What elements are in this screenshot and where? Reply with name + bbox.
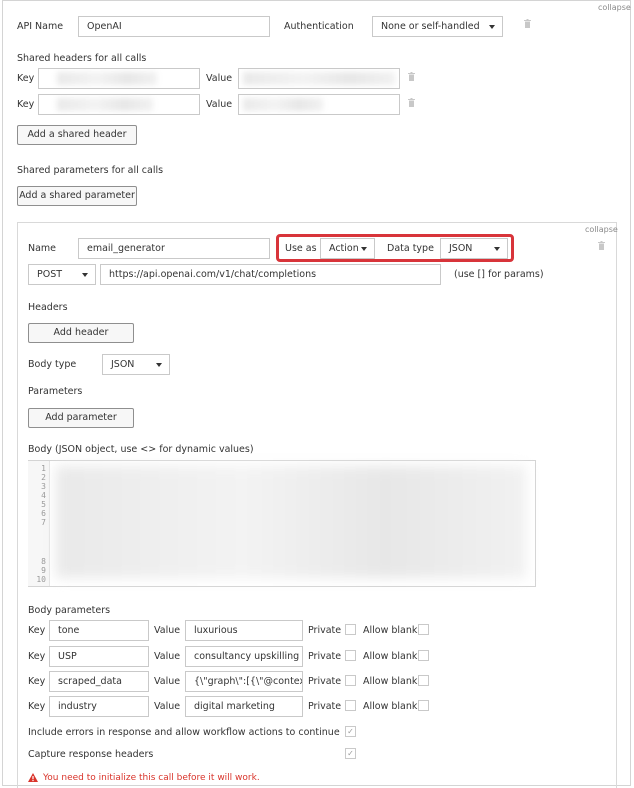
header-key-label: Key <box>17 73 35 84</box>
body-param-key-input[interactable]: tone <box>49 620 149 641</box>
body-param-key-input[interactable]: industry <box>49 696 149 717</box>
body-param-value-label: Value <box>154 625 181 636</box>
header-value-label: Value <box>206 99 233 110</box>
private-label: Private <box>308 701 342 712</box>
highlight-box <box>276 234 514 262</box>
header-value-label: Value <box>206 73 233 84</box>
body-param-value-input[interactable]: consultancy upskilling ma <box>185 646 303 667</box>
private-checkbox[interactable] <box>345 700 356 711</box>
body-type-dropdown[interactable]: JSON <box>102 354 170 375</box>
chevron-down-icon <box>489 25 495 29</box>
body-param-value-label: Value <box>154 676 181 687</box>
add-shared-parameter-button[interactable]: Add a shared parameter <box>17 186 137 206</box>
shared-header-key-input[interactable] <box>38 68 200 89</box>
shared-header-value-input[interactable] <box>238 94 400 115</box>
line-number: 7 <box>41 518 46 527</box>
body-param-key-input[interactable]: USP <box>49 646 149 667</box>
headers-label: Headers <box>28 302 68 313</box>
shared-headers-label: Shared headers for all calls <box>17 53 147 64</box>
trash-icon[interactable] <box>408 98 415 107</box>
private-checkbox[interactable] <box>345 650 356 661</box>
allow-blank-checkbox[interactable] <box>418 700 429 711</box>
collapse-link[interactable]: collapse <box>598 3 631 12</box>
body-param-key-label: Key <box>28 625 46 636</box>
warning-icon <box>28 773 38 782</box>
trash-icon[interactable] <box>524 19 531 28</box>
initialize-error-message: You need to initialize this call before … <box>43 773 260 783</box>
authentication-dropdown[interactable]: None or self-handled <box>372 16 503 37</box>
body-param-value-input[interactable]: digital marketing <box>185 696 303 717</box>
url-hint: (use [] for params) <box>454 269 544 280</box>
add-header-button[interactable]: Add header <box>28 323 134 343</box>
trash-icon[interactable] <box>598 241 605 250</box>
allow-blank-checkbox[interactable] <box>418 624 429 635</box>
line-number: 8 <box>41 557 46 566</box>
body-param-key-label: Key <box>28 651 46 662</box>
private-label: Private <box>308 625 342 636</box>
line-number: 4 <box>41 491 46 500</box>
add-shared-header-button[interactable]: Add a shared header <box>17 125 137 145</box>
api-name-label: API Name <box>17 21 64 32</box>
private-label: Private <box>308 676 342 687</box>
redacted-value <box>57 72 157 85</box>
line-number: 9 <box>41 566 46 575</box>
chevron-down-icon <box>156 363 162 367</box>
http-method-dropdown[interactable]: POST <box>28 264 96 285</box>
include-errors-checkbox[interactable]: ✓ <box>345 726 356 737</box>
line-number: 1 <box>41 464 46 473</box>
shared-header-key-input[interactable] <box>38 94 200 115</box>
authentication-label: Authentication <box>284 21 354 32</box>
private-checkbox[interactable] <box>345 624 356 635</box>
allow-blank-checkbox[interactable] <box>418 650 429 661</box>
url-input[interactable]: https://api.openai.com/v1/chat/completio… <box>100 264 441 285</box>
line-number: 3 <box>41 482 46 491</box>
body-param-value-label: Value <box>154 651 181 662</box>
body-param-key-input[interactable]: scraped_data <box>49 671 149 692</box>
line-number: 10 <box>36 575 46 584</box>
header-key-label: Key <box>17 99 35 110</box>
authentication-value: None or self-handled <box>381 21 480 32</box>
redacted-value <box>243 98 323 111</box>
http-method-value: POST <box>37 269 63 280</box>
capture-headers-checkbox[interactable]: ✓ <box>345 748 356 759</box>
body-param-value-input[interactable]: {\"graph\":[{\"@context\":\ <box>185 671 303 692</box>
body-param-value-label: Value <box>154 701 181 712</box>
redacted-body <box>56 466 526 578</box>
line-number: 5 <box>41 500 46 509</box>
call-name-label: Name <box>28 243 57 254</box>
body-type-value: JSON <box>111 359 135 370</box>
body-parameters-label: Body parameters <box>28 605 111 616</box>
body-type-label: Body type <box>28 359 77 370</box>
allow-blank-label: Allow blank <box>363 701 418 712</box>
allow-blank-checkbox[interactable] <box>418 675 429 686</box>
body-param-key-label: Key <box>28 701 46 712</box>
api-name-input[interactable]: OpenAI <box>78 16 270 37</box>
parameters-label: Parameters <box>28 386 83 397</box>
capture-headers-label: Capture response headers <box>28 749 154 760</box>
allow-blank-label: Allow blank <box>363 625 418 636</box>
shared-parameters-label: Shared parameters for all calls <box>17 165 164 176</box>
call-collapse-link[interactable]: collapse <box>585 225 618 234</box>
redacted-value <box>243 72 395 85</box>
shared-header-value-input[interactable] <box>238 68 400 89</box>
private-checkbox[interactable] <box>345 675 356 686</box>
body-label: Body (JSON object, use <> for dynamic va… <box>28 444 254 455</box>
chevron-down-icon <box>82 273 88 277</box>
line-number: 2 <box>41 473 46 482</box>
add-parameter-button[interactable]: Add parameter <box>28 408 134 428</box>
call-name-input[interactable]: email_generator <box>78 238 270 259</box>
include-errors-label: Include errors in response and allow wor… <box>28 727 340 738</box>
body-param-value-input[interactable]: luxurious <box>185 620 303 641</box>
trash-icon[interactable] <box>408 72 415 81</box>
private-label: Private <box>308 651 342 662</box>
allow-blank-label: Allow blank <box>363 651 418 662</box>
body-param-key-label: Key <box>28 676 46 687</box>
line-number: 6 <box>41 509 46 518</box>
allow-blank-label: Allow blank <box>363 676 418 687</box>
redacted-value <box>57 98 153 111</box>
